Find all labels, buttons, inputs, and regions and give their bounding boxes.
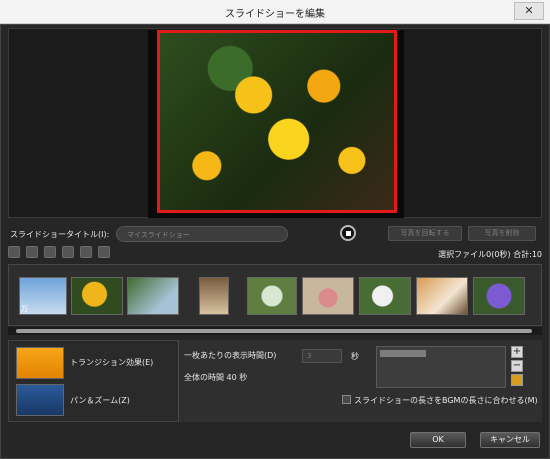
duration-unit: 秒 — [351, 352, 359, 361]
thumbnail-badge: 万 — [21, 305, 28, 313]
thumbnail-toolbar — [8, 246, 110, 260]
filmstrip-scroll-thumb[interactable] — [16, 329, 532, 333]
rotate-photo-label: 写真を回転する — [400, 229, 450, 237]
redo-icon[interactable] — [26, 246, 38, 258]
slideshow-title-placeholder: マイスライドショー — [127, 231, 190, 239]
bgm-track-name — [380, 350, 426, 357]
selection-info: 選択ファイル0(0秒) 合計:10 — [438, 250, 542, 259]
slideshow-title-input[interactable]: マイスライドショー — [116, 226, 288, 242]
photo-filmstrip: 万 — [8, 264, 542, 326]
fit-bgm-label: スライドショーの長さをBGMの長さに合わせる(M) — [354, 396, 538, 405]
delete-photo-label: 写真を削除 — [484, 229, 520, 237]
remove-bgm-button[interactable]: − — [511, 360, 523, 372]
slideshow-title-label: スライドショータイトル(I): — [10, 230, 110, 239]
undo-icon[interactable] — [8, 246, 20, 258]
ok-button[interactable]: OK — [410, 432, 466, 448]
rotate-photo-button[interactable]: 写真を回転する — [388, 226, 462, 241]
bgm-settings-icon[interactable] — [511, 374, 523, 386]
close-icon: ✕ — [524, 4, 534, 17]
thumbnail-sky[interactable]: 万 — [19, 277, 67, 315]
thumbnail-pink-bud[interactable] — [302, 277, 354, 315]
add-photo-icon[interactable] — [62, 246, 74, 258]
thumbnail-white-flowers[interactable] — [247, 277, 297, 315]
window-titlebar: スライドショーを編集 ✕ — [0, 0, 550, 24]
total-time-label: 全体の時間 40 秒 — [184, 373, 248, 382]
save-icon[interactable] — [98, 246, 110, 258]
thumbnail-flowers[interactable] — [71, 277, 123, 315]
transition-effect-icon[interactable] — [16, 347, 64, 379]
stop-icon — [346, 231, 351, 236]
thumbnail-cat-portrait[interactable] — [199, 277, 229, 315]
add-bgm-button[interactable]: + — [511, 346, 523, 358]
transition-effect-link[interactable]: トランジション効果(E) — [70, 357, 153, 368]
preview-photo — [157, 30, 397, 213]
crop-icon[interactable] — [44, 246, 56, 258]
delete-icon[interactable] — [80, 246, 92, 258]
duration-value: 3 — [307, 352, 312, 360]
pan-zoom-link[interactable]: パン＆ズーム(Z) — [70, 395, 130, 406]
thumbnail-purple-flowers[interactable] — [473, 277, 525, 315]
thumbnail-cat[interactable] — [416, 277, 468, 315]
thumbnail-garden[interactable] — [127, 277, 179, 315]
stop-preview-button[interactable] — [340, 225, 356, 241]
duration-label: 一枚あたりの表示時間(D) — [184, 351, 277, 360]
duration-spinner[interactable]: 3 — [302, 349, 342, 363]
delete-photo-button[interactable]: 写真を削除 — [468, 226, 536, 241]
window-title: スライドショーを編集 — [225, 9, 325, 20]
pan-zoom-icon[interactable] — [16, 384, 64, 416]
close-button[interactable]: ✕ — [514, 2, 544, 20]
thumbnail-blossoms[interactable] — [359, 277, 411, 315]
fit-bgm-checkbox[interactable] — [342, 395, 351, 404]
cancel-button[interactable]: キャンセル — [480, 432, 540, 448]
